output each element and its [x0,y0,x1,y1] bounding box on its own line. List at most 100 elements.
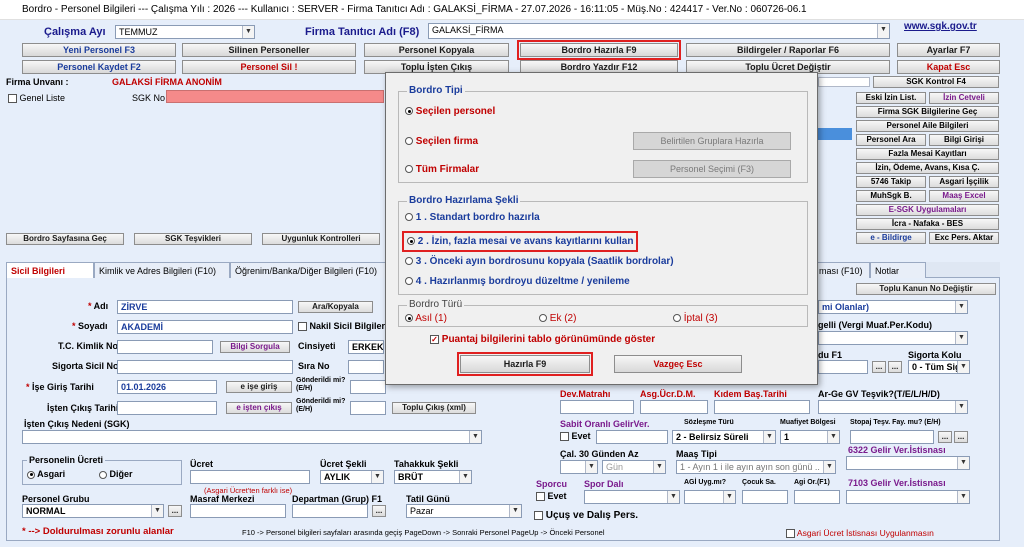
ucus-dalis-checkbox[interactable]: Uçuş ve Dalış Pers. [534,510,638,521]
genel-liste-checkbox[interactable]: Genel Liste [8,93,65,104]
calisma-ayi-select[interactable]: TEMMUZ ▼ [115,25,255,39]
e-isten-cikis-button[interactable]: e işten çıkış [226,402,292,414]
agi-or-input[interactable] [794,490,840,504]
cikis-gonderildi-input[interactable] [350,401,386,415]
asgari-radio[interactable]: Asgari [27,469,65,479]
personel-kopyala-button[interactable]: Personel Kopyala [364,43,509,57]
tab-sicil-bilgileri[interactable]: Sicil Bilgileri (F10) [6,262,94,292]
firma-tanitici-select[interactable]: GALAKSİ_FİRMA ▼ [428,23,890,39]
sgk-link[interactable]: www.sgk.gov.tr [904,21,977,32]
tahakkuk-select[interactable]: BRÜT ▼ [394,470,472,484]
masraf-merkezi-input[interactable] [190,504,286,518]
ucret-input[interactable] [190,470,310,484]
bildirgeler-raporlar-button[interactable]: Bildirgeler / Raporlar F6 [686,43,890,57]
gun-select[interactable]: Gün ▼ [602,460,666,474]
exc-pers-aktar-button[interactable]: Exc Pers. Aktar [929,232,999,244]
fazla-mesai-kayitlari-button[interactable]: Fazla Mesai Kayıtları [856,148,999,160]
secilen-personel-radio[interactable]: Seçilen personel [405,106,495,117]
bilgi-girisi-button[interactable]: Bilgi Girişi [929,134,999,146]
ayarlar-button[interactable]: Ayarlar F7 [897,43,1000,57]
grup-more-button[interactable]: ... [168,505,182,517]
asgari-iscilik-button[interactable]: Asgari İşçilik [929,176,999,188]
kanun-select[interactable]: mi Olanlar) ▼ [818,300,968,314]
uygunluk-kontrolleri-button[interactable]: Uygunluk Kontrolleri [262,233,380,245]
e-sgk-uygulamalari-button[interactable]: E-SGK Uygulamaları [856,204,999,216]
hazirla-button[interactable]: Hazırla F9 [457,352,593,376]
personel-kaydet-button[interactable]: Personel Kaydet F2 [22,60,176,74]
ara-kopyala-button[interactable]: Ara/Kopyala [298,301,373,313]
personel-secimi-button[interactable]: Personel Seçimi (F3) [633,160,791,178]
sporcu-checkbox[interactable]: Evet [536,491,567,502]
ise-giris-input[interactable]: 01.01.2026 [117,380,217,394]
secilen-firma-radio[interactable]: Seçilen firma [405,136,478,147]
tab-notlar[interactable]: Notlar (F10) [870,262,926,292]
departman-more-button[interactable]: ... [372,505,386,517]
ek-radio[interactable]: Ek (2) [539,313,576,324]
cal30-select[interactable]: ▼ [560,460,598,474]
asg-ucr-input[interactable] [640,400,708,414]
sabit-oran-input[interactable] [596,430,668,444]
giris-gonderildi-input[interactable] [350,380,386,394]
onceki-ay-kopyala-radio[interactable]: 3 . Önceki ayın bordrosunu kopyala (Saat… [405,256,674,267]
sigorta-sicil-input[interactable] [117,360,293,374]
tab-kimlik-adres[interactable]: Kimlik ve Adres Bilgileri (F10) [94,262,230,278]
dev-matrahi-input[interactable] [560,400,634,414]
personel-ara-button[interactable]: Personel Ara [856,134,926,146]
sgk-tesvikleri-button[interactable]: SGK Teşvikleri [134,233,252,245]
tatil-gunu-select[interactable]: Pazar ▼ [406,504,522,518]
soyadi-input[interactable]: AKADEMİ [117,320,293,334]
muhsgk-b-button[interactable]: MuhSgk B. [856,190,926,202]
personel-grubu-select[interactable]: NORMAL ▼ [22,504,164,518]
tum-firmalar-radio[interactable]: Tüm Firmalar [405,164,479,175]
ar-ge-select[interactable]: ▼ [818,400,968,414]
e-ise-giris-button[interactable]: e işe giriş [226,381,292,393]
asil-radio[interactable]: Asıl (1) [405,313,447,324]
izin-fazla-mesai-radio[interactable]: 2 . İzin, fazla mesai ve avans kayıtları… [401,231,639,252]
isten-cikis-input[interactable] [117,401,217,415]
5746-takip-button[interactable]: 5746 Takip [856,176,926,188]
izin-odeme-avans-button[interactable]: İzin, Ödeme, Avans, Kısa Ç. [856,162,999,174]
sabit-oran-checkbox[interactable]: Evet [560,431,591,442]
firma-sgk-bilgileri-button[interactable]: Firma SGK Bilgilerine Geç [856,106,999,118]
muaf-select[interactable]: ▼ [818,331,968,345]
gelir-6322-select[interactable]: ▼ [846,456,970,470]
asgari-istisna-checkbox[interactable]: Asgari Ücret İstisnası Uygulanmasın [786,528,934,539]
bordro-sayfasina-gec-button[interactable]: Bordro Sayfasına Geç [6,233,124,245]
izin-cetveli-button[interactable]: İzin Cetveli [929,92,999,104]
eski-izin-list-button[interactable]: Eski İzin List. [856,92,926,104]
personel-aile-bilgileri-button[interactable]: Personel Aile Bilgileri [856,120,999,132]
muafiyet-select[interactable]: 1 ▼ [780,430,840,444]
toplu-cikis-xml-button[interactable]: Toplu Çıkış (xml) [392,402,476,414]
sgk-kontrol-button[interactable]: SGK Kontrol F4 [873,76,999,88]
hazirlanmis-duzelt-radio[interactable]: 4 . Hazırlanmış bordroyu düzeltme / yeni… [405,276,630,287]
bordro-hazirla-button[interactable]: Bordro Hazırla F9 [517,40,681,60]
icra-nafaka-bes-button[interactable]: İcra - Nafaka - BES [856,218,999,230]
tab-ogrenim-banka[interactable]: Öğrenim/Banka/Diğer Bilgileri (F10) [230,262,386,278]
gelir-7103-select[interactable]: ▼ [846,490,970,504]
ucret-sekli-select[interactable]: AYLIK ▼ [320,470,384,484]
stopaj-input[interactable] [850,430,934,444]
e-bildirge-button[interactable]: e - Bildirge [856,232,926,244]
du-f1-more-button[interactable]: ... [872,361,886,373]
departman-input[interactable] [292,504,368,518]
stopaj-more2-button[interactable]: ... [954,431,968,443]
du-f1-more2-button[interactable]: ... [888,361,902,373]
kidem-input[interactable] [714,400,810,414]
selected-list-row[interactable] [818,128,852,140]
cocuk-input[interactable] [742,490,788,504]
sira-no-input[interactable] [348,360,384,374]
toplu-kanun-no-button[interactable]: Toplu Kanun No Değiştir [856,283,996,295]
sgk-no-input[interactable] [166,90,384,103]
agi-uyg-select[interactable]: ▼ [684,490,736,504]
standart-bordro-radio[interactable]: 1 . Standart bordro hazırla [405,212,540,223]
puantaj-checkbox[interactable]: ✓ Puantaj bilgilerini tablo görünümünde … [430,334,655,345]
adi-input[interactable]: ZİRVE [117,300,293,314]
kapat-button[interactable]: Kapat Esc [897,60,1000,74]
personel-sil-button[interactable]: Personel Sil ! [182,60,356,74]
belirtilen-gruplara-button[interactable]: Belirtilen Gruplara Hazırla [633,132,791,150]
cinsiyet-select[interactable]: ERKEK [348,340,384,354]
sigorta-kolu-select[interactable]: 0 - Tüm Sig ▼ [908,360,970,374]
silinen-personeller-button[interactable]: Silinen Personeller [182,43,356,57]
nakil-sicil-checkbox[interactable]: Nakil Sicil Bilgileri [298,321,388,332]
bilgi-sorgula-button[interactable]: Bilgi Sorgula [220,341,290,353]
